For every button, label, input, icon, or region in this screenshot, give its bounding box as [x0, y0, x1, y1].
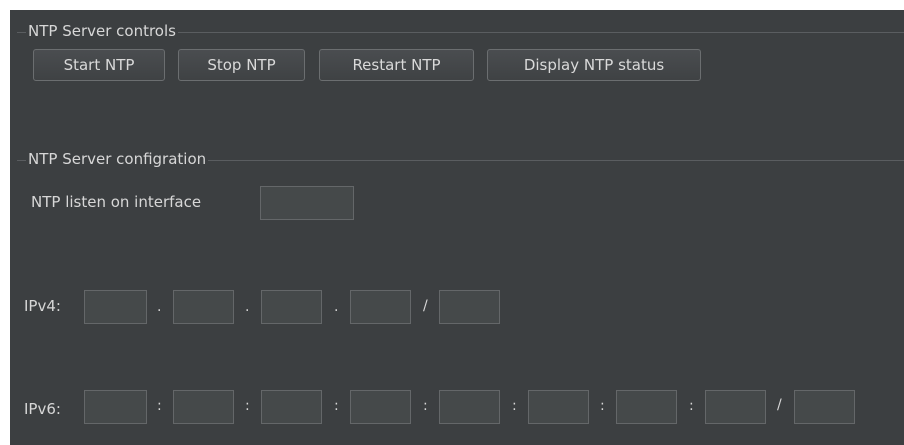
stop-ntp-button[interactable]: Stop NTP [178, 49, 305, 81]
display-ntp-status-button[interactable]: Display NTP status [487, 49, 701, 81]
ipv4-prefix-field[interactable] [439, 290, 500, 324]
ipv6-separator: : [245, 398, 250, 414]
ipv6-separator: : [157, 398, 162, 414]
ipv6-group-7-field[interactable] [616, 390, 677, 424]
listen-interface-field[interactable] [260, 186, 354, 220]
ipv6-group-8-field[interactable] [705, 390, 766, 424]
ipv6-separator: : [423, 398, 428, 414]
ipv4-prefix-separator: / [423, 298, 428, 314]
ipv4-octet-4-field[interactable] [350, 290, 411, 324]
ipv6-label: IPv6: [24, 400, 61, 418]
ipv6-separator: : [334, 398, 339, 414]
ipv4-separator: . [157, 299, 162, 315]
config-group-title: NTP Server configration [26, 150, 209, 168]
ipv4-octet-3-field[interactable] [261, 290, 322, 324]
ipv4-separator: . [245, 299, 250, 315]
listen-interface-label: NTP listen on interface [31, 193, 202, 211]
ipv4-octet-2-field[interactable] [173, 290, 234, 324]
ipv6-group-1-field[interactable] [84, 390, 147, 424]
ipv6-group-3-field[interactable] [261, 390, 322, 424]
ipv6-group-2-field[interactable] [173, 390, 234, 424]
controls-group-title: NTP Server controls [26, 22, 178, 40]
ipv6-separator: : [600, 398, 605, 414]
ipv6-group-5-field[interactable] [439, 390, 500, 424]
ipv6-group-4-field[interactable] [350, 390, 411, 424]
ipv6-prefix-separator: / [777, 397, 782, 413]
ipv6-separator: : [512, 398, 517, 414]
ipv4-separator: . [334, 299, 339, 315]
ipv6-group-6-field[interactable] [528, 390, 589, 424]
ipv4-octet-1-field[interactable] [84, 290, 147, 324]
ipv6-separator: : [689, 398, 694, 414]
restart-ntp-button[interactable]: Restart NTP [319, 49, 474, 81]
ipv4-label: IPv4: [24, 297, 61, 315]
start-ntp-button[interactable]: Start NTP [33, 49, 165, 81]
ipv6-prefix-field[interactable] [794, 390, 855, 424]
